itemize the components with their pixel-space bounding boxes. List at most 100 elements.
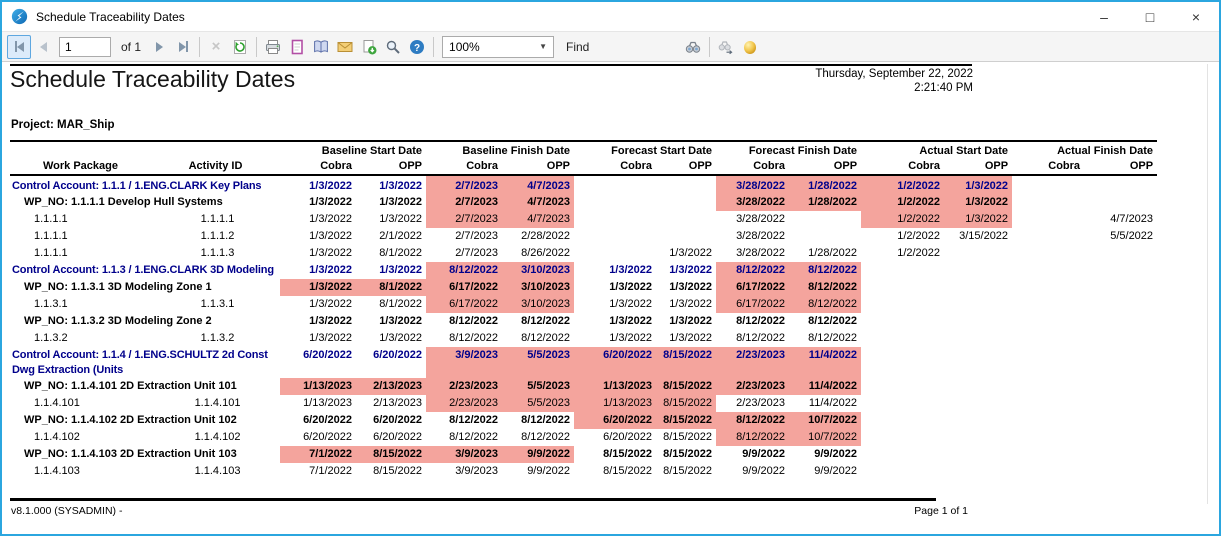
- date-cell: 8/15/2022: [356, 463, 426, 480]
- date-cell: 8/12/2022: [789, 279, 861, 296]
- page-setup-button[interactable]: [285, 35, 309, 59]
- date-cell: 3/28/2022: [716, 245, 789, 262]
- date-cell: [1012, 228, 1084, 245]
- date-cell: [1012, 262, 1084, 279]
- date-cell: 9/9/2022: [716, 463, 789, 480]
- date-cell: 5/5/2023: [502, 378, 574, 395]
- date-cell: [944, 463, 1012, 480]
- date-cell: 6/20/2022: [356, 347, 426, 378]
- refresh-button[interactable]: [228, 35, 252, 59]
- date-cell: 1/28/2022: [789, 194, 861, 211]
- find-icon-group: [681, 35, 762, 59]
- zoom-level-select[interactable]: 100% ▼: [442, 36, 554, 58]
- help-button[interactable]: ?: [405, 35, 429, 59]
- last-page-button[interactable]: [171, 35, 195, 59]
- page-count-label: of 1: [121, 40, 141, 54]
- date-cell: 5/5/2023: [502, 347, 574, 378]
- date-cell: 8/26/2022: [502, 245, 574, 262]
- zoom-level-value: 100%: [449, 40, 480, 54]
- export-email-button[interactable]: [333, 35, 357, 59]
- zoom-tool-button[interactable]: [381, 35, 405, 59]
- group-header: Actual Finish Date: [1012, 141, 1157, 159]
- table-row-wp: WP_NO: 1.1.4.103 2D Extraction Unit 1037…: [10, 446, 1157, 463]
- date-cell: [861, 463, 944, 480]
- date-cell: 9/9/2022: [716, 446, 789, 463]
- find-next-button[interactable]: [714, 35, 738, 59]
- date-cell: [861, 395, 944, 412]
- report-time: 2:21:40 PM: [815, 81, 973, 95]
- maximize-button[interactable]: □: [1127, 2, 1173, 31]
- date-cell: 2/7/2023: [426, 211, 502, 228]
- date-cell: 8/12/2022: [789, 262, 861, 279]
- date-cell: [944, 429, 1012, 446]
- date-cell: [944, 279, 1012, 296]
- find-button[interactable]: Find: [566, 40, 589, 54]
- date-cell: 3/15/2022: [944, 228, 1012, 245]
- work-package-cell: 1.1.1.1: [10, 245, 155, 262]
- date-cell: 8/1/2022: [356, 279, 426, 296]
- print-layout-button[interactable]: [309, 35, 333, 59]
- find-binoculars-button[interactable]: [681, 35, 705, 59]
- column-header-opp: OPP: [356, 159, 426, 175]
- refresh-icon: [232, 39, 248, 55]
- toolbar-separator: [709, 37, 710, 57]
- table-row-wp: WP_NO: 1.1.1.1 Develop Hull Systems1/3/2…: [10, 194, 1157, 211]
- window-controls: – □ ×: [1081, 2, 1219, 31]
- help-icon: ?: [409, 39, 425, 55]
- column-header-activity-id: Activity ID: [155, 159, 280, 175]
- window-title: Schedule Traceability Dates: [36, 10, 1081, 24]
- date-cell: 8/15/2022: [656, 463, 716, 480]
- work-package-cell: WP_NO: 1.1.4.101 2D Extraction Unit 101: [10, 378, 280, 395]
- footer-rule: [10, 498, 936, 501]
- first-page-button[interactable]: [7, 35, 31, 59]
- close-button[interactable]: ×: [1173, 2, 1219, 31]
- date-cell: 1/2/2022: [861, 228, 944, 245]
- date-cell: 2/23/2023: [716, 395, 789, 412]
- table-row-detail: 1.1.3.21.1.3.21/3/20221/3/20228/12/20228…: [10, 330, 1157, 347]
- date-cell: 1/3/2022: [356, 330, 426, 347]
- date-cell: [1012, 194, 1084, 211]
- date-cell: 3/9/2023: [426, 347, 502, 378]
- date-cell: 1/3/2022: [280, 175, 356, 194]
- date-cell: 11/4/2022: [789, 378, 861, 395]
- app-window: Schedule Traceability Dates – □ × of 1 ×: [0, 0, 1221, 536]
- page-setup-icon: [289, 39, 305, 55]
- control-account-cell: Control Account: 1.1.1 / 1.ENG.CLARK Key…: [10, 175, 280, 194]
- date-cell: [944, 245, 1012, 262]
- date-cell: 7/1/2022: [280, 446, 356, 463]
- table-row-detail: 1.1.3.11.1.3.11/3/20228/1/20226/17/20223…: [10, 296, 1157, 313]
- cancel-rendering-button[interactable]: ×: [204, 35, 228, 59]
- column-header-work-package: Work Package: [10, 159, 155, 175]
- date-cell: 8/15/2022: [574, 463, 656, 480]
- work-package-cell: 1.1.4.102: [10, 429, 155, 446]
- date-cell: 8/15/2022: [656, 429, 716, 446]
- page-number-input[interactable]: [59, 37, 111, 57]
- date-cell: 6/20/2022: [574, 429, 656, 446]
- date-cell: 2/23/2023: [426, 395, 502, 412]
- toolbar-separator: [433, 37, 434, 57]
- date-cell: 8/12/2022: [502, 429, 574, 446]
- print-button[interactable]: [261, 35, 285, 59]
- date-cell: 3/9/2023: [426, 446, 502, 463]
- date-cell: [789, 211, 861, 228]
- report-datetime: Thursday, September 22, 2022 2:21:40 PM: [815, 67, 973, 95]
- date-cell: 10/7/2022: [789, 412, 861, 429]
- date-cell: 1/3/2022: [944, 175, 1012, 194]
- column-header-cobra: Cobra: [426, 159, 502, 175]
- export-button[interactable]: [357, 35, 381, 59]
- next-page-button[interactable]: [147, 35, 171, 59]
- date-cell: 1/3/2022: [280, 296, 356, 313]
- date-cell: 2/13/2023: [356, 395, 426, 412]
- date-cell: [861, 378, 944, 395]
- date-cell: 8/12/2022: [426, 330, 502, 347]
- minimize-button[interactable]: –: [1081, 2, 1127, 31]
- date-cell: 8/15/2022: [656, 378, 716, 395]
- date-cell: [861, 262, 944, 279]
- date-cell: 8/15/2022: [656, 347, 716, 378]
- highlight-ball-button[interactable]: [738, 35, 762, 59]
- column-header-opp: OPP: [944, 159, 1012, 175]
- date-cell: 6/20/2022: [356, 429, 426, 446]
- date-cell: [574, 245, 656, 262]
- previous-page-button[interactable]: [31, 35, 55, 59]
- activity-id-cell: 1.1.4.103: [155, 463, 280, 480]
